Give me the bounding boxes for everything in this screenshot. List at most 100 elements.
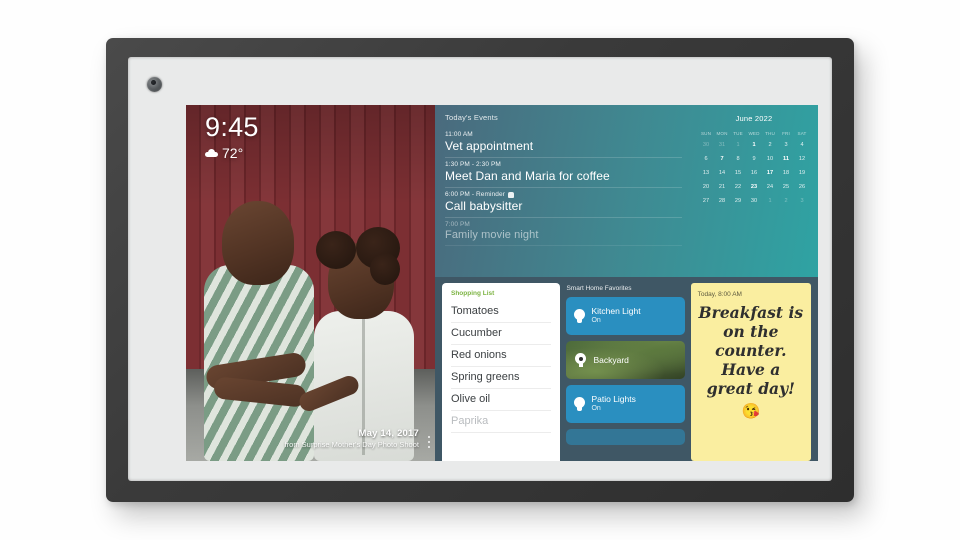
calendar-day-number: 23: [750, 184, 758, 190]
calendar-day-number: 15: [734, 170, 742, 176]
calendar-day-number: 30: [750, 198, 758, 204]
calendar-day[interactable]: 25: [778, 183, 794, 192]
tile-text: Backyard: [593, 355, 628, 366]
calendar-day[interactable]: 14: [714, 169, 730, 178]
device-screen: 9:45 72° May 14, 2017 from Surprise Moth…: [186, 105, 818, 461]
smart-home-tile-partial[interactable]: [566, 429, 685, 445]
calendar-day-number: 18: [782, 170, 790, 176]
calendar-day-number: 29: [734, 198, 742, 204]
calendar-day[interactable]: 16: [746, 169, 762, 178]
girl-hair-left: [316, 231, 356, 269]
calendar-day[interactable]: 12: [794, 155, 810, 164]
calendar-day[interactable]: 15: [730, 169, 746, 178]
calendar-day-number: 16: [750, 170, 758, 176]
photo-subject-boy: [200, 193, 318, 461]
event-title: Call babysitter: [445, 199, 523, 213]
calendar-day[interactable]: 20: [698, 183, 714, 192]
calendar-day[interactable]: 26: [794, 183, 810, 192]
calendar-day-number: 6: [704, 156, 708, 162]
calendar-day[interactable]: 31: [714, 141, 730, 150]
calendar-day-number: 13: [702, 170, 710, 176]
calendar-day-number: 3: [784, 142, 788, 148]
photo-caption-date: May 14, 2017: [358, 427, 419, 439]
calendar-widget[interactable]: June 2022 SUN MON TUE WED THU FRI SAT 30 31 1 1 2 3 4…: [692, 105, 818, 277]
calendar-day[interactable]: 17: [762, 169, 778, 178]
shopping-list-item[interactable]: Tomatoes: [451, 301, 552, 323]
calendar-day-number: 17: [766, 170, 774, 176]
calendar-day[interactable]: 4: [794, 141, 810, 150]
tile-text: Patio Lights On: [591, 394, 635, 413]
calendar-day-number: 22: [734, 184, 742, 190]
tile-name: Patio Lights: [591, 394, 636, 405]
shopping-list-item[interactable]: Red onions: [451, 345, 552, 367]
calendar-day[interactable]: 24: [762, 183, 778, 192]
smart-home-tile[interactable]: Patio Lights On: [566, 385, 685, 423]
clock-widget: 9:45 72°: [205, 114, 259, 161]
sticky-note-widget[interactable]: Today, 8:00 AM Breakfast is on the count…: [690, 283, 811, 461]
lightbulb-icon: [574, 309, 586, 323]
calendar-day[interactable]: 23: [746, 183, 762, 192]
calendar-day[interactable]: 19: [794, 169, 810, 178]
event-time-label: 6:00 PM - Reminder: [445, 191, 505, 198]
calendar-day[interactable]: 9: [746, 155, 762, 164]
calendar-day-number: 26: [798, 184, 806, 190]
calendar-dow-label: TUE: [733, 131, 743, 136]
event-item[interactable]: 7:00 PM Family movie night: [445, 218, 682, 246]
menu-dot: [427, 440, 430, 443]
device-front-panel: 9:45 72° May 14, 2017 from Surprise Moth…: [128, 57, 832, 481]
calendar-day[interactable]: 1: [746, 140, 762, 151]
smart-home-tile[interactable]: Kitchen Light On: [566, 297, 685, 335]
calendar-day[interactable]: 6: [698, 155, 714, 164]
calendar-day[interactable]: 10: [762, 155, 778, 164]
shopping-list-items: Tomatoes Cucumber Red onions Spring greens O…: [451, 301, 552, 433]
shopping-list-item[interactable]: Cucumber: [451, 323, 552, 345]
calendar-day[interactable]: 2: [778, 197, 794, 206]
calendar-day[interactable]: 22: [730, 183, 746, 192]
calendar-day[interactable]: 30: [698, 141, 714, 150]
smart-home-widget: Smart Home Favorites Kitchen Light On Back…: [566, 283, 685, 461]
note-body: Breakfast is on the counter. Have a grea…: [698, 303, 804, 398]
calendar-day[interactable]: 8: [730, 155, 746, 164]
photo-widget[interactable]: 9:45 72° May 14, 2017 from Surprise Moth…: [186, 105, 435, 461]
calendar-day[interactable]: 27: [698, 197, 714, 206]
shopping-list-widget[interactable]: Shopping List Tomatoes Cucumber Red onions…: [442, 283, 561, 461]
note-timestamp: Today, 8:00 AM: [697, 291, 742, 298]
calendar-day-number: 20: [702, 184, 710, 190]
smart-home-tile[interactable]: Backyard: [566, 341, 685, 379]
calendar-dow-label: FRI: [782, 131, 790, 136]
calendar-day[interactable]: 29: [730, 197, 746, 206]
event-time: 11:00 AM: [445, 131, 682, 138]
girl-hair-right: [370, 253, 400, 285]
events-and-calendar-row: Today's Events 11:00 AM Vet appointment 1:…: [435, 105, 818, 277]
event-time: 7:00 PM: [445, 221, 682, 228]
calendar-day[interactable]: 21: [714, 183, 730, 192]
calendar-day[interactable]: 13: [698, 169, 714, 178]
event-item[interactable]: 1:30 PM - 2:30 PM Meet Dan and Maria for …: [445, 158, 682, 188]
calendar-day-number: 1: [752, 142, 756, 148]
calendar-day[interactable]: 1: [730, 141, 746, 150]
camera-icon: [574, 353, 587, 367]
calendar-day[interactable]: 3: [778, 141, 794, 150]
calendar-day[interactable]: 2: [762, 141, 778, 150]
calendar-day-number: 9: [752, 156, 756, 162]
calendar-day[interactable]: 30: [746, 197, 762, 206]
event-item[interactable]: 11:00 AM Vet appointment: [445, 128, 682, 158]
cloud-icon: [205, 149, 218, 157]
event-item[interactable]: 6:00 PM - Reminder Call babysitter: [445, 188, 682, 218]
shopping-list-item[interactable]: Olive oil: [451, 389, 552, 411]
calendar-day[interactable]: 7: [714, 155, 730, 164]
menu-dot: [427, 435, 430, 438]
todays-events-widget[interactable]: Today's Events 11:00 AM Vet appointment 1:…: [435, 105, 692, 277]
calendar-day-number: 2: [784, 198, 788, 204]
cards-row: Shopping List Tomatoes Cucumber Red onions…: [435, 277, 818, 461]
shopping-list-item[interactable]: Paprika: [451, 411, 552, 433]
calendar-day[interactable]: 1: [762, 197, 778, 206]
more-vertical-icon[interactable]: [427, 435, 430, 448]
calendar-day[interactable]: 3: [794, 197, 810, 206]
calendar-day-number: 30: [702, 142, 710, 148]
shopping-list-item[interactable]: Spring greens: [451, 367, 552, 389]
calendar-day[interactable]: 18: [778, 169, 794, 178]
reminder-bell-icon: [507, 191, 514, 198]
calendar-day[interactable]: 11: [778, 155, 794, 164]
calendar-day[interactable]: 28: [714, 197, 730, 206]
